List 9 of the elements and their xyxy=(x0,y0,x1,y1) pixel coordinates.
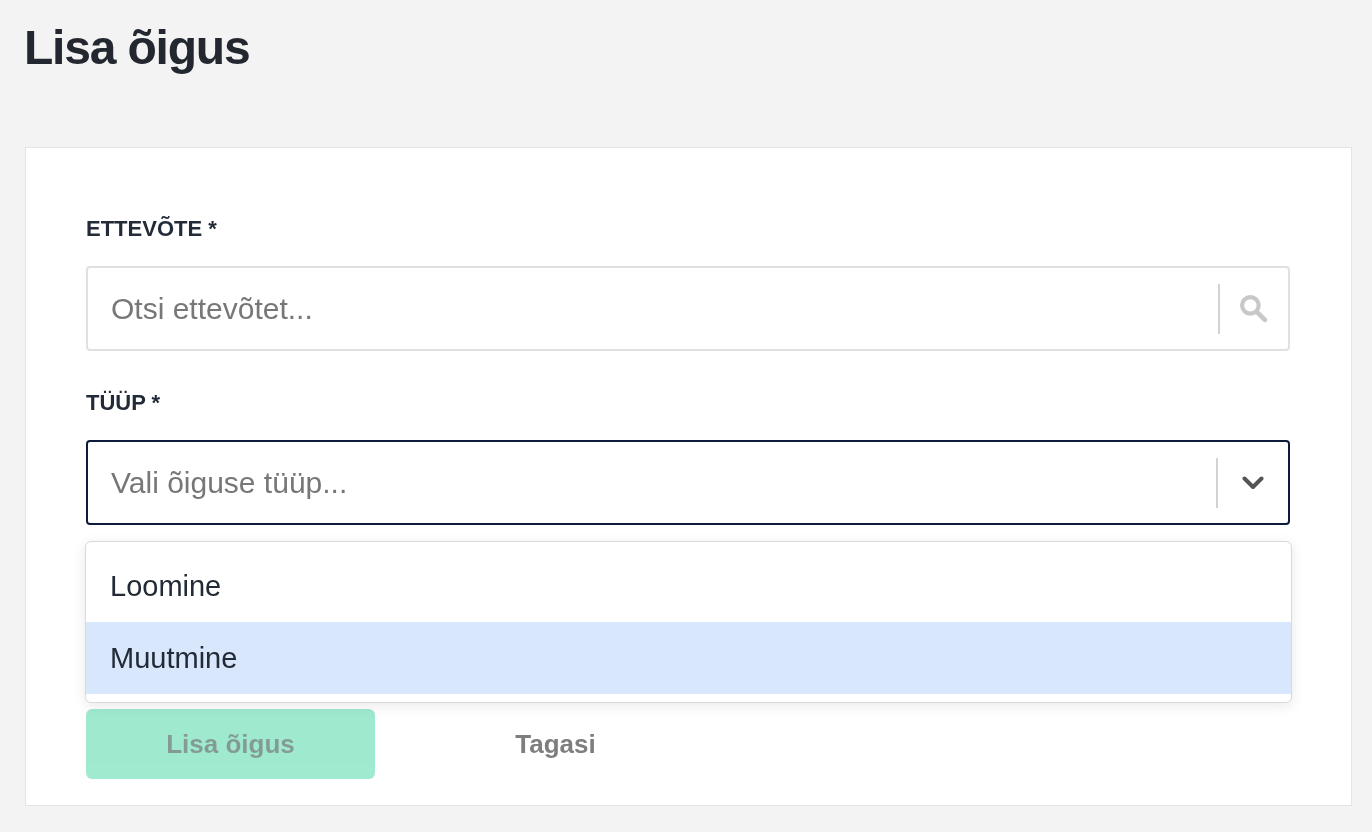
page-title: Lisa õigus xyxy=(24,24,250,72)
back-button[interactable]: Tagasi xyxy=(411,709,700,779)
chevron-down-icon[interactable] xyxy=(1242,475,1264,490)
field-label: ETTEVÕTE * xyxy=(86,218,217,240)
search-field[interactable]: Otsi ettevõtet... xyxy=(86,266,1290,351)
select-field[interactable]: Vali õiguse tüüp... xyxy=(86,440,1290,525)
dropdown-option[interactable]: Muutmine xyxy=(86,622,1291,694)
dropdown-option[interactable]: Loomine xyxy=(86,550,1291,622)
field-label: TÜÜP * xyxy=(86,392,161,414)
